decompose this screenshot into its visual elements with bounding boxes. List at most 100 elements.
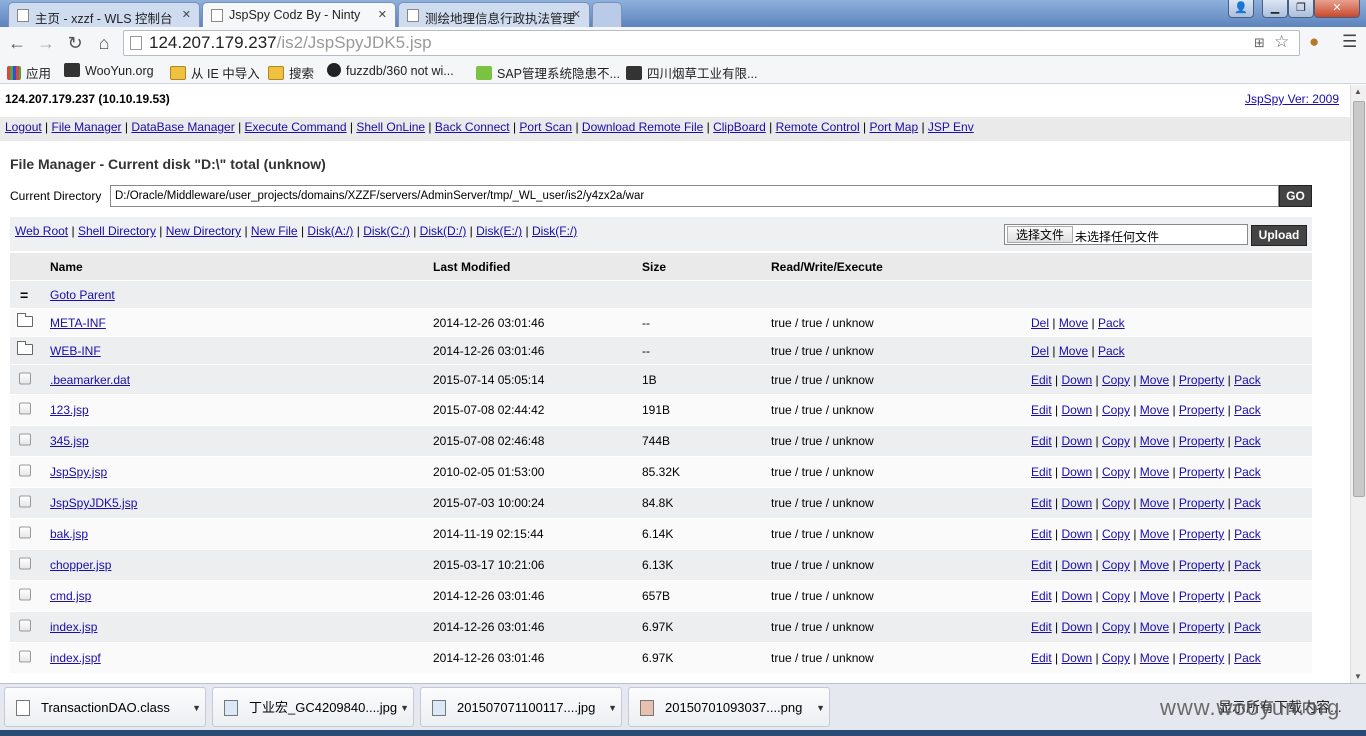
file-name-link[interactable]: JspSpy.jsp — [50, 465, 107, 479]
translate-icon[interactable]: ⊞ — [1254, 33, 1265, 53]
file-name-link[interactable]: index.jspf — [50, 651, 101, 665]
pack-action-link[interactable]: Pack — [1234, 651, 1261, 665]
disk-c-link[interactable]: Disk(C:/) — [363, 224, 410, 238]
property-action-link[interactable]: Property — [1179, 434, 1224, 448]
property-action-link[interactable]: Property — [1179, 589, 1224, 603]
down-action-link[interactable]: Down — [1061, 434, 1092, 448]
move-action-link[interactable]: Move — [1059, 344, 1088, 358]
copy-action-link[interactable]: Copy — [1102, 589, 1130, 603]
edit-action-link[interactable]: Edit — [1031, 496, 1052, 510]
version-link[interactable]: JspSpy Ver: 2009 — [1245, 92, 1339, 106]
nav-shell-online[interactable]: Shell OnLine — [356, 120, 425, 134]
pack-action-link[interactable]: Pack — [1234, 558, 1261, 572]
bookmark-wooyun[interactable]: WooYun.org — [64, 63, 154, 78]
chevron-down-icon[interactable]: ▼ — [192, 688, 201, 726]
property-action-link[interactable]: Property — [1179, 651, 1224, 665]
nav-port-map[interactable]: Port Map — [869, 120, 918, 134]
edit-action-link[interactable]: Edit — [1031, 651, 1052, 665]
file-checkbox[interactable] — [19, 372, 31, 387]
move-action-link[interactable]: Move — [1140, 651, 1169, 665]
down-action-link[interactable]: Down — [1061, 589, 1092, 603]
edit-action-link[interactable]: Edit — [1031, 434, 1052, 448]
nav-port-scan[interactable]: Port Scan — [519, 120, 572, 134]
scrollbar-thumb[interactable] — [1353, 101, 1365, 497]
down-action-link[interactable]: Down — [1061, 527, 1092, 541]
upload-button[interactable]: Upload — [1251, 225, 1307, 246]
pack-action-link[interactable]: Pack — [1234, 465, 1261, 479]
nav-remote-control[interactable]: Remote Control — [776, 120, 860, 134]
disk-e-link[interactable]: Disk(E:/) — [476, 224, 522, 238]
nav-file-manager[interactable]: File Manager — [52, 120, 122, 134]
web-root-link[interactable]: Web Root — [15, 224, 68, 238]
edit-action-link[interactable]: Edit — [1031, 373, 1052, 387]
file-checkbox[interactable] — [19, 619, 31, 635]
file-name-link[interactable]: chopper.jsp — [50, 558, 111, 572]
reload-icon[interactable]: ↻ — [63, 31, 87, 55]
file-name-link[interactable]: 123.jsp — [50, 403, 89, 417]
edit-action-link[interactable]: Edit — [1031, 589, 1052, 603]
home-icon[interactable]: ⌂ — [92, 31, 116, 55]
scroll-down-icon[interactable]: ▼ — [1354, 672, 1362, 681]
pack-action-link[interactable]: Pack — [1234, 403, 1261, 417]
back-arrow-icon[interactable]: ← — [5, 31, 29, 55]
download-item[interactable]: 201507071100117....jpg ▼ — [420, 687, 622, 727]
copy-action-link[interactable]: Copy — [1102, 496, 1130, 510]
property-action-link[interactable]: Property — [1179, 527, 1224, 541]
file-name-link[interactable]: .beamarker.dat — [50, 373, 130, 387]
user-icon[interactable]: 👤 — [1228, 0, 1254, 18]
nav-download-remote-file[interactable]: Download Remote File — [582, 120, 703, 134]
down-action-link[interactable]: Down — [1061, 620, 1092, 634]
file-name-link[interactable]: index.jsp — [50, 620, 97, 634]
file-checkbox[interactable] — [19, 526, 31, 542]
del-action-link[interactable]: Del — [1031, 316, 1049, 330]
move-action-link[interactable]: Move — [1140, 620, 1169, 634]
folder-name-link[interactable]: WEB-INF — [50, 344, 101, 358]
file-checkbox[interactable] — [19, 650, 31, 666]
down-action-link[interactable]: Down — [1061, 403, 1092, 417]
nav-clipboard[interactable]: ClipBoard — [713, 120, 766, 134]
copy-action-link[interactable]: Copy — [1102, 527, 1130, 541]
scroll-up-icon[interactable]: ▲ — [1354, 87, 1362, 96]
move-action-link[interactable]: Move — [1140, 373, 1169, 387]
down-action-link[interactable]: Down — [1061, 373, 1092, 387]
property-action-link[interactable]: Property — [1179, 373, 1224, 387]
pack-action-link[interactable]: Pack — [1234, 527, 1261, 541]
address-bar[interactable]: 124.207.179.237/is2/JspSpyJDK5.jsp ⊞ ☆ — [123, 30, 1300, 56]
move-action-link[interactable]: Move — [1140, 589, 1169, 603]
edit-action-link[interactable]: Edit — [1031, 620, 1052, 634]
bookmark-apps[interactable]: 应用 — [7, 63, 51, 82]
file-checkbox[interactable] — [19, 557, 31, 573]
chevron-down-icon[interactable]: ▼ — [608, 688, 617, 726]
disk-a-link[interactable]: Disk(A:/) — [307, 224, 353, 238]
pack-action-link[interactable]: Pack — [1098, 344, 1125, 358]
bookmark-ie-import[interactable]: 从 IE 中导入 — [170, 63, 260, 82]
copy-action-link[interactable]: Copy — [1102, 620, 1130, 634]
move-action-link[interactable]: Move — [1140, 403, 1169, 417]
move-action-link[interactable]: Move — [1059, 316, 1088, 330]
down-action-link[interactable]: Down — [1061, 651, 1092, 665]
move-action-link[interactable]: Move — [1140, 558, 1169, 572]
property-action-link[interactable]: Property — [1179, 465, 1224, 479]
move-action-link[interactable]: Move — [1140, 465, 1169, 479]
pack-action-link[interactable]: Pack — [1234, 434, 1261, 448]
copy-action-link[interactable]: Copy — [1102, 403, 1130, 417]
edit-action-link[interactable]: Edit — [1031, 527, 1052, 541]
tab-jspspy[interactable]: JspSpy Codz By - Ninty ✕ — [202, 2, 396, 27]
tab-survey-law[interactable]: 测绘地理信息行政执法管理 ✕ — [398, 2, 590, 27]
pack-action-link[interactable]: Pack — [1234, 620, 1261, 634]
del-action-link[interactable]: Del — [1031, 344, 1049, 358]
forward-arrow-icon[interactable]: → — [34, 31, 58, 55]
tab-close-icon[interactable]: ✕ — [378, 8, 387, 21]
file-checkbox[interactable] — [19, 433, 31, 449]
maximize-button[interactable]: ❐ — [1288, 0, 1314, 18]
nav-jsp-env[interactable]: JSP Env — [928, 120, 974, 134]
pack-action-link[interactable]: Pack — [1234, 589, 1261, 603]
vertical-scrollbar[interactable]: ▲ ▼ — [1350, 85, 1366, 683]
copy-action-link[interactable]: Copy — [1102, 558, 1130, 572]
file-checkbox[interactable] — [19, 588, 31, 604]
down-action-link[interactable]: Down — [1061, 558, 1092, 572]
file-checkbox[interactable] — [19, 464, 31, 480]
tab-close-icon[interactable]: ✕ — [182, 8, 191, 21]
go-button[interactable]: GO — [1279, 185, 1312, 207]
file-name-link[interactable]: JspSpyJDK5.jsp — [50, 496, 137, 510]
